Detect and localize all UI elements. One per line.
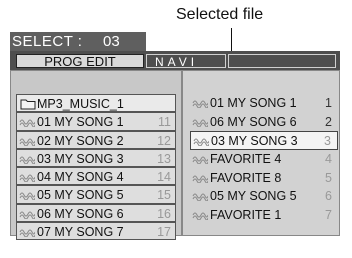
mp3-file-icon xyxy=(192,212,208,221)
list-item-number: 12 xyxy=(157,133,171,148)
mp3-file-icon xyxy=(192,119,208,127)
list-item-number: 16 xyxy=(157,206,171,221)
list-item[interactable]: 07 MY SONG 7 17 xyxy=(16,222,176,241)
list-item-name: 01 MY SONG 1 xyxy=(210,96,297,110)
list-item[interactable]: FAVORITE 4 4 xyxy=(190,150,338,169)
list-item-name: 06 MY SONG 6 xyxy=(37,206,124,221)
mp3-file-icon xyxy=(192,100,208,108)
mp3-file-icon xyxy=(19,229,35,238)
list-item-name: 04 MY SONG 4 xyxy=(37,170,124,185)
list-item-name: 05 MY SONG 5 xyxy=(210,189,297,204)
mp3-file-icon xyxy=(19,119,35,128)
tab-blank[interactable] xyxy=(228,54,336,68)
mp3-file-icon xyxy=(192,175,208,183)
list-item-number: 2 xyxy=(325,114,332,129)
source-file-list: MP3_MUSIC_1 01 MY SONG 1 11 02 MY SONG 2… xyxy=(16,94,176,241)
list-item[interactable]: 04 MY SONG 4 14 xyxy=(16,167,176,186)
tab-navi[interactable]: NAVI xyxy=(146,54,226,69)
list-item-number: 3 xyxy=(324,134,331,149)
list-item-name: 01 MY SONG 1 xyxy=(37,115,124,130)
list-item[interactable]: 01 MY SONG 1 1 xyxy=(190,94,338,113)
list-item[interactable]: 05 MY SONG 5 15 xyxy=(16,185,176,204)
list-item-name: 05 MY SONG 5 xyxy=(37,188,124,203)
list-item[interactable]: 05 MY SONG 5 6 xyxy=(190,187,338,206)
list-item-name: FAVORITE 8 xyxy=(210,170,282,185)
list-item-number: 6 xyxy=(325,189,332,204)
list-item[interactable]: 01 MY SONG 1 11 xyxy=(16,112,176,131)
mp3-file-icon xyxy=(192,156,208,165)
tab-bar: PROG EDIT NAVI xyxy=(10,51,340,70)
list-item-number: 17 xyxy=(157,225,171,240)
list-item[interactable]: 02 MY SONG 2 12 xyxy=(16,130,176,149)
folder-name: MP3_MUSIC_1 xyxy=(37,97,124,111)
mp3-file-icon xyxy=(19,211,35,219)
list-item-number: 4 xyxy=(325,152,332,167)
mp3-file-icon xyxy=(192,193,208,202)
mp3-file-icon xyxy=(19,192,35,201)
callout-label: Selected file xyxy=(176,6,264,23)
mp3-file-icon xyxy=(19,156,35,164)
list-item[interactable]: 03 MY SONG 3 13 xyxy=(16,148,176,168)
select-value: 03 xyxy=(103,33,120,50)
list-item-number: 5 xyxy=(325,170,332,185)
list-item-name: 07 MY SONG 7 xyxy=(37,225,124,240)
list-item-number: 7 xyxy=(325,208,332,223)
list-item-name: FAVORITE 1 xyxy=(210,208,282,223)
program-file-list: 01 MY SONG 1 1 06 MY SONG 6 2 03 MY SONG… xyxy=(190,94,338,225)
selected-file-item[interactable]: 03 MY SONG 3 3 xyxy=(190,131,338,151)
list-item[interactable]: 06 MY SONG 6 2 xyxy=(190,113,338,132)
folder-item[interactable]: MP3_MUSIC_1 xyxy=(16,94,176,113)
list-item[interactable]: FAVORITE 1 7 xyxy=(190,206,338,225)
list-item-number: 15 xyxy=(157,188,171,203)
list-item-number: 1 xyxy=(325,96,332,110)
list-item-number: 11 xyxy=(158,115,171,130)
list-item-name: 03 MY SONG 3 xyxy=(211,134,298,149)
tab-prog-edit[interactable]: PROG EDIT xyxy=(16,54,144,69)
list-item[interactable]: 06 MY SONG 6 16 xyxy=(16,203,176,223)
list-item-name: 03 MY SONG 3 xyxy=(37,151,124,166)
mp3-file-icon xyxy=(19,138,35,146)
select-indicator: SELECT : 03 xyxy=(10,32,146,51)
list-item-name: 06 MY SONG 6 xyxy=(210,114,297,129)
list-item-number: 13 xyxy=(157,151,171,166)
list-item[interactable]: FAVORITE 8 5 xyxy=(190,169,338,188)
mp3-file-icon xyxy=(19,174,35,183)
list-item-number: 14 xyxy=(157,170,171,185)
select-label: SELECT : xyxy=(12,33,83,50)
folder-icon xyxy=(20,99,36,110)
mp3-file-icon xyxy=(193,138,209,147)
list-item-name: 02 MY SONG 2 xyxy=(37,133,124,148)
list-item-name: FAVORITE 4 xyxy=(210,152,282,167)
